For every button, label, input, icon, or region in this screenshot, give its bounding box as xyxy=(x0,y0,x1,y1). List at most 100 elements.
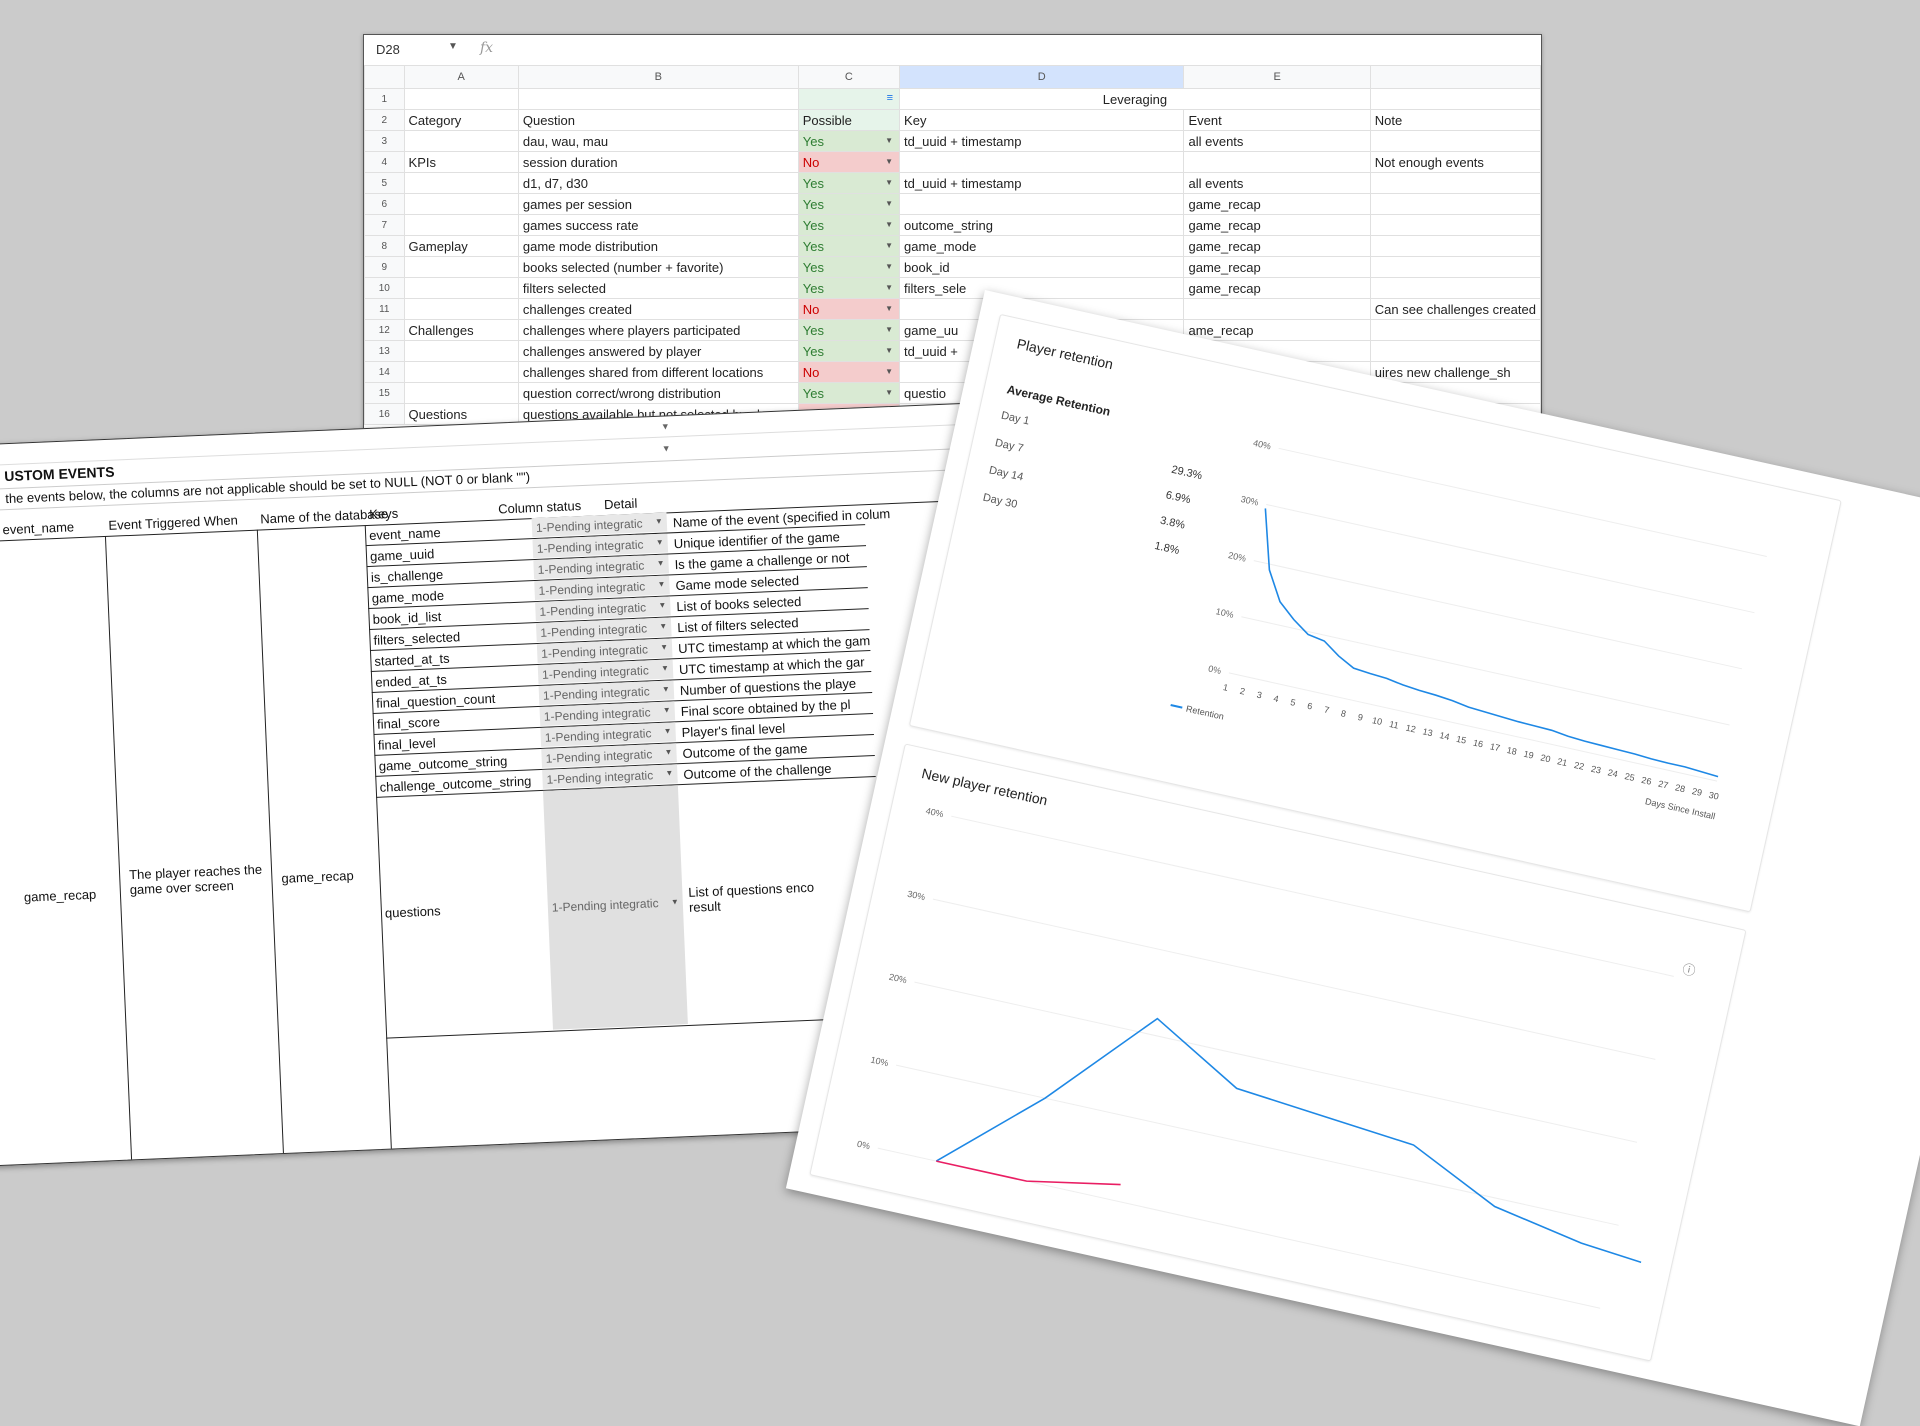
dropdown-arrow-icon[interactable]: ▼ xyxy=(658,601,666,610)
header-event-name[interactable]: event_name xyxy=(2,519,74,537)
cell-key[interactable]: filters_sele xyxy=(899,277,1185,299)
cell-category[interactable] xyxy=(403,193,519,215)
cell-event[interactable] xyxy=(1183,298,1371,320)
dropdown-arrow-icon[interactable]: ▼ xyxy=(671,897,679,906)
cell-note[interactable]: Not enough events xyxy=(1369,151,1541,173)
key-name[interactable]: questions xyxy=(385,903,441,920)
dropdown-arrow-icon[interactable]: ▼ xyxy=(885,346,893,355)
cell-question[interactable]: question correct/wrong distribution xyxy=(517,382,799,404)
cell-event[interactable]: game_recap xyxy=(1183,256,1371,278)
column-header[interactable]: B xyxy=(517,65,799,89)
dropdown-arrow-icon[interactable]: ▼ xyxy=(659,622,667,631)
cell-category[interactable] xyxy=(403,256,519,278)
cell-category[interactable] xyxy=(403,340,519,362)
cell-category[interactable] xyxy=(403,298,519,320)
cell-database[interactable]: game_recap xyxy=(281,868,354,886)
row-header[interactable]: 4 xyxy=(364,151,405,173)
cell[interactable]: Question xyxy=(517,109,799,131)
cell-question[interactable]: books selected (number + favorite) xyxy=(517,256,799,278)
chevron-down-icon[interactable]: ▼ xyxy=(661,421,670,431)
cell-category[interactable] xyxy=(403,382,519,404)
cell-event[interactable]: game_recap xyxy=(1183,193,1371,215)
dropdown-arrow-icon[interactable]: ▼ xyxy=(664,747,672,756)
cell-possible-dropdown[interactable]: Yes ▼ xyxy=(797,277,901,299)
cell-note[interactable] xyxy=(1369,235,1541,257)
cell-question[interactable]: challenges where players participated xyxy=(517,319,799,341)
dropdown-arrow-icon[interactable]: ▼ xyxy=(885,157,893,166)
key-detail[interactable]: Player's final level xyxy=(681,721,785,740)
chevron-down-icon[interactable]: ▼ xyxy=(448,41,458,52)
cell-possible-dropdown[interactable]: No ▼ xyxy=(797,298,901,320)
row-header[interactable]: 2 xyxy=(364,109,405,131)
cell-key[interactable] xyxy=(899,193,1185,215)
cell-category[interactable] xyxy=(403,214,519,236)
key-name[interactable]: event_name xyxy=(369,525,441,543)
key-detail[interactable]: List of questions enco result xyxy=(688,879,819,915)
cell-note[interactable] xyxy=(1369,277,1541,299)
cell-possible-dropdown[interactable]: Yes ▼ xyxy=(797,172,901,194)
cell-possible-dropdown[interactable]: Yes ▼ xyxy=(797,235,901,257)
dropdown-arrow-icon[interactable]: ▼ xyxy=(885,304,893,313)
cell-event[interactable]: ame_recap xyxy=(1183,319,1371,341)
cell-question[interactable]: game mode distribution xyxy=(517,235,799,257)
cell-note[interactable] xyxy=(1369,319,1541,341)
key-name[interactable]: game_mode xyxy=(371,588,444,606)
cell-event[interactable]: all events xyxy=(1183,130,1371,152)
column-header[interactable]: C xyxy=(797,65,901,89)
cell-question[interactable]: d1, d7, d30 xyxy=(517,172,799,194)
row-header[interactable]: 6 xyxy=(364,193,405,215)
row-header[interactable]: 16 xyxy=(364,403,405,425)
dropdown-arrow-icon[interactable]: ▼ xyxy=(885,241,893,250)
cell-key[interactable]: outcome_string xyxy=(899,214,1185,236)
cell[interactable]: Possible xyxy=(797,109,901,131)
header-event-triggered[interactable]: Event Triggered When xyxy=(108,512,238,532)
header-detail[interactable]: Detail xyxy=(604,496,638,512)
cell-question[interactable]: games success rate xyxy=(517,214,799,236)
dropdown-arrow-icon[interactable]: ▼ xyxy=(657,580,665,589)
dropdown-arrow-icon[interactable]: ▼ xyxy=(661,664,669,673)
cell-triggered-when[interactable]: The player reaches the game over screen xyxy=(129,861,270,898)
dropdown-arrow-icon[interactable]: ▼ xyxy=(885,178,893,187)
key-name[interactable]: final_score xyxy=(377,714,440,732)
row-header[interactable]: 7 xyxy=(364,214,405,236)
cell-possible-dropdown[interactable]: Yes ▼ xyxy=(797,256,901,278)
cell[interactable] xyxy=(1369,88,1541,110)
cell-category[interactable]: Challenges xyxy=(403,319,519,341)
cell-possible-dropdown[interactable]: Yes ▼ xyxy=(797,214,901,236)
dropdown-arrow-icon[interactable]: ▼ xyxy=(885,136,893,145)
cell-possible-dropdown[interactable]: Yes ▼ xyxy=(797,382,901,404)
key-detail[interactable]: Outcome of the game xyxy=(682,741,808,761)
cell-possible-dropdown[interactable]: Yes ▼ xyxy=(797,340,901,362)
dropdown-arrow-icon[interactable]: ▼ xyxy=(655,517,663,526)
cell-category[interactable] xyxy=(403,277,519,299)
key-detail[interactable]: List of books selected xyxy=(676,594,802,614)
key-name[interactable]: game_uuid xyxy=(370,546,435,564)
column-header[interactable]: E xyxy=(1183,65,1371,89)
row-header[interactable]: 11 xyxy=(364,298,405,320)
key-name[interactable]: final_question_count xyxy=(376,691,496,711)
cell-possible-dropdown[interactable]: Yes ▼ xyxy=(797,130,901,152)
dropdown-arrow-icon[interactable]: ▼ xyxy=(663,705,671,714)
key-name[interactable]: is_challenge xyxy=(371,567,444,585)
cell-key[interactable]: book_id xyxy=(899,256,1185,278)
dropdown-arrow-icon[interactable]: ▼ xyxy=(885,199,893,208)
cell-note[interactable] xyxy=(1369,256,1541,278)
cell-question[interactable]: challenges answered by player xyxy=(517,340,799,362)
dropdown-arrow-icon[interactable]: ▼ xyxy=(665,768,673,777)
cell-question[interactable]: challenges shared from different locatio… xyxy=(517,361,799,383)
dropdown-arrow-icon[interactable]: ▼ xyxy=(885,220,893,229)
cell-note[interactable] xyxy=(1369,340,1541,362)
cell-event[interactable]: game_recap xyxy=(1183,277,1371,299)
row-header[interactable]: 9 xyxy=(364,256,405,278)
column-header[interactable] xyxy=(1369,65,1541,89)
cell-category[interactable] xyxy=(403,172,519,194)
key-detail[interactable]: List of filters selected xyxy=(677,615,799,635)
cell-note[interactable] xyxy=(1369,193,1541,215)
new-player-retention-chart[interactable]: 0% 10% 20% 30% 40% xyxy=(832,798,1705,1344)
status-dropdown[interactable]: 1-Pending integratic ▼ xyxy=(542,785,688,1030)
name-box[interactable]: D28 xyxy=(376,42,400,57)
cell-question[interactable]: challenges created xyxy=(517,298,799,320)
dropdown-arrow-icon[interactable]: ▼ xyxy=(885,367,893,376)
key-name[interactable]: final_level xyxy=(378,735,436,752)
cell-event[interactable]: all events xyxy=(1183,172,1371,194)
